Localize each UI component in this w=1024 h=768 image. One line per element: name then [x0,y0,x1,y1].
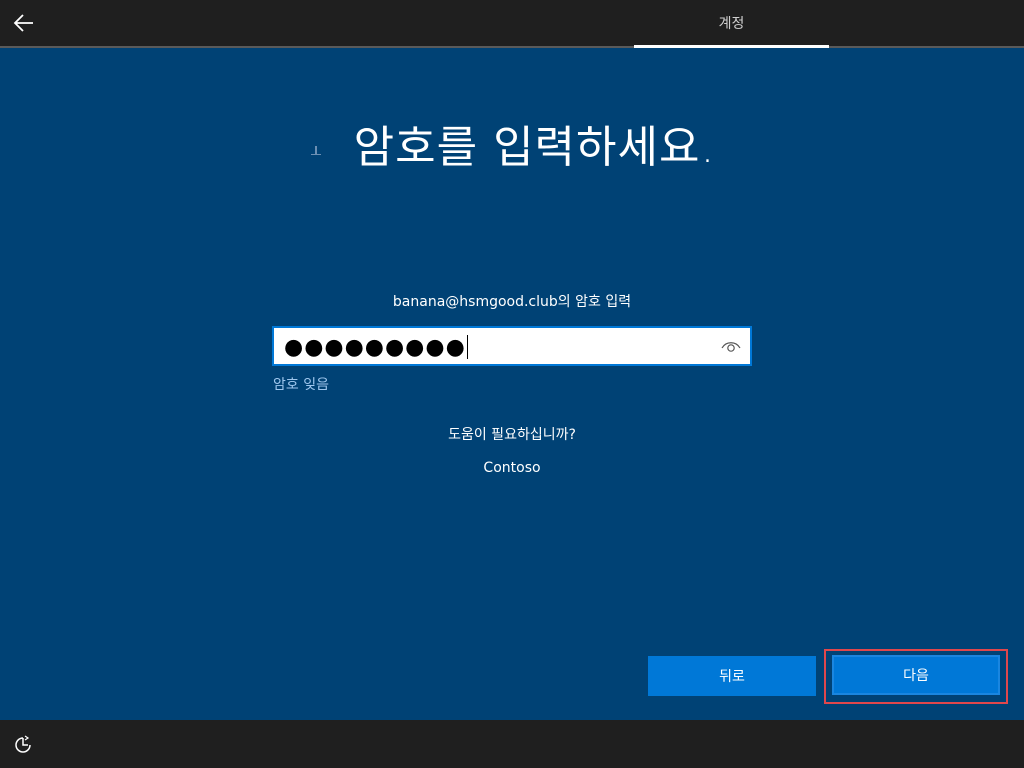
help-text: 도움이 필요하십니까? [448,427,576,443]
top-bar: 계정 [0,0,1024,48]
org-logo-icon [309,143,323,157]
text-caret [466,335,468,359]
password-input[interactable]: ●●●●●●●●● [272,326,752,366]
tab-account[interactable]: 계정 [634,0,829,46]
accessibility-icon [15,735,31,753]
eye-icon [721,342,741,352]
accessibility-button[interactable] [12,734,34,756]
page-title: 암호를 입력하세요. [353,122,716,173]
reveal-password-button[interactable] [720,336,742,358]
organization-name: Contoso [483,460,541,476]
back-button[interactable]: 뒤로 [648,656,816,696]
arrow-left-icon [13,14,33,32]
bottom-bar [0,720,1024,768]
password-value: ●●●●●●●●● [284,334,468,360]
next-button[interactable]: 다음 [832,655,1000,695]
back-arrow-button[interactable] [8,7,40,39]
password-mask: ●●●●●●●●● [284,334,466,360]
main-panel: 암호를 입력하세요. banana@hsmgood.club의 암호 입력 ●●… [0,48,1024,720]
forgot-password-link[interactable]: 암호 잊음 [273,374,329,394]
title-row: 암호를 입력하세요. [0,118,1024,178]
password-prompt-label: banana@hsmgood.club의 암호 입력 [392,294,632,310]
